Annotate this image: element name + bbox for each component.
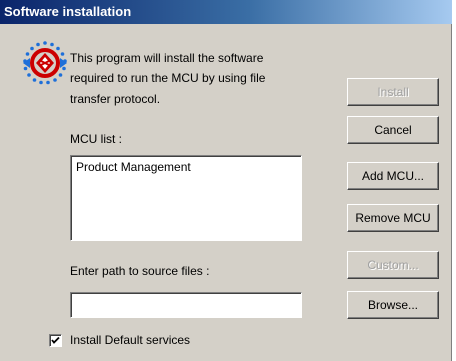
checkmark-icon	[51, 336, 60, 344]
info-line-2: required to run the MCU by using file	[70, 71, 266, 85]
remove-mcu-button[interactable]: Remove MCU	[347, 204, 439, 232]
custom-button[interactable]: Custom...	[347, 251, 439, 279]
software-installation-dialog: Software installation This program will …	[0, 0, 452, 361]
mcu-list-label: MCU list :	[70, 132, 122, 146]
mcu-listbox[interactable]: Product Management	[70, 155, 302, 241]
info-line-3: transfer protocol.	[70, 92, 161, 106]
list-item[interactable]: Product Management	[76, 160, 191, 174]
title-bar[interactable]: Software installation	[0, 0, 452, 24]
add-mcu-button[interactable]: Add MCU...	[347, 162, 439, 190]
source-path-label: Enter path to source files :	[70, 264, 210, 278]
info-line-1: This program will install the software	[70, 51, 264, 65]
source-path-input[interactable]	[70, 292, 302, 318]
cancel-button[interactable]: Cancel	[347, 116, 439, 144]
install-button[interactable]: Install	[347, 78, 439, 106]
browse-button[interactable]: Browse...	[347, 291, 439, 319]
mcu-network-icon	[22, 40, 68, 86]
install-default-services-label[interactable]: Install Default services	[70, 333, 190, 347]
install-default-services-checkbox[interactable]	[49, 334, 62, 347]
window-title: Software installation	[4, 4, 132, 19]
